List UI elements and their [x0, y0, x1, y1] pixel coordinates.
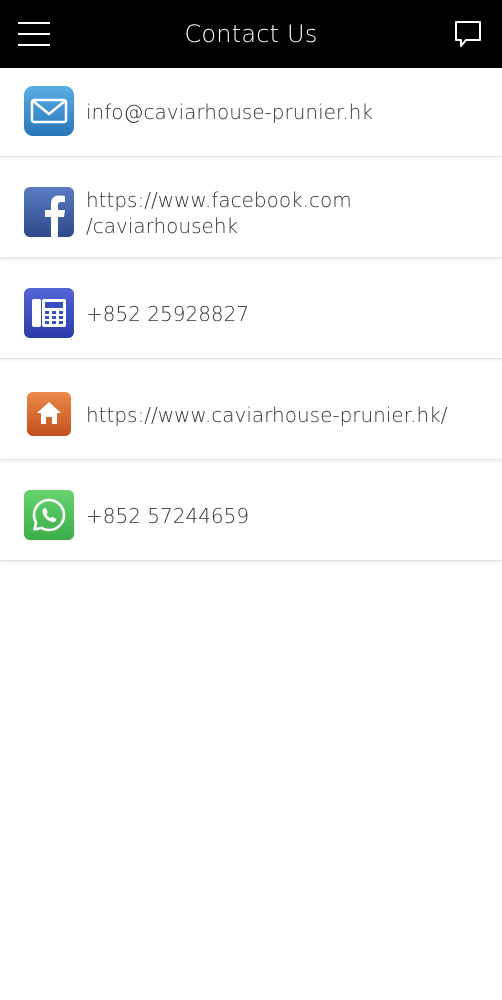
whatsapp-icon: [24, 490, 74, 540]
contact-item-email[interactable]: info@caviarhouse-prunier.hk: [0, 68, 502, 157]
contact-email-text: info@caviarhouse-prunier.hk: [86, 100, 373, 124]
home-icon: [24, 389, 74, 439]
chat-bubble-icon[interactable]: [452, 18, 484, 50]
contact-phone-text: +852 25928827: [86, 302, 250, 326]
envelope-icon: [24, 86, 74, 136]
contact-facebook-text: https://www.facebook.com /caviarhousehk: [86, 188, 352, 238]
contact-list: info@caviarhouse-prunier.hk https://www.…: [0, 68, 502, 573]
telephone-icon: [24, 288, 74, 338]
contact-item-phone[interactable]: +852 25928827: [0, 270, 502, 359]
hamburger-menu-icon[interactable]: [14, 17, 54, 51]
contact-website-text: https://www.caviarhouse-prunier.hk/: [86, 403, 448, 427]
contact-item-facebook[interactable]: https://www.facebook.com /caviarhousehk: [0, 169, 502, 258]
contact-item-website[interactable]: https://www.caviarhouse-prunier.hk/: [0, 371, 502, 460]
contact-item-whatsapp[interactable]: +852 57244659: [0, 472, 502, 561]
facebook-icon: [24, 187, 74, 237]
page-title: Contact Us: [184, 20, 318, 48]
app-header: Contact Us: [0, 0, 502, 68]
contact-whatsapp-text: +852 57244659: [86, 504, 250, 528]
